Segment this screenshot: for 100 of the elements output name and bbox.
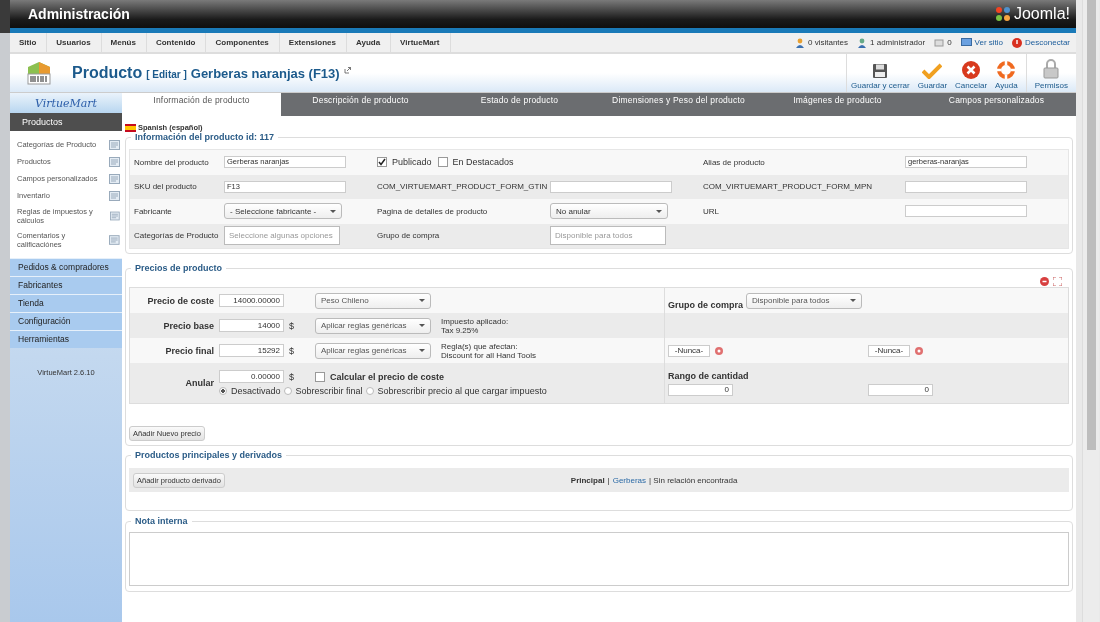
quantity-input[interactable]: 0 [668, 383, 733, 396]
price-input[interactable]: 0.00000 [219, 370, 284, 383]
toolbar-button[interactable]: Permisos [1025, 54, 1076, 92]
document-icon [109, 235, 120, 245]
input-field[interactable] [905, 205, 1027, 218]
cancel-icon [962, 61, 981, 79]
dropdown[interactable]: Peso Chileno [315, 292, 431, 309]
dropdown[interactable]: No anular [550, 203, 668, 220]
status-link[interactable]: Ver sitio [960, 38, 1004, 47]
menu-item[interactable]: Sitio [10, 33, 48, 52]
tab[interactable]: Imágenes de producto [758, 93, 917, 116]
price-label: Precio final [164, 345, 215, 356]
field-label: Rango de cantidad [668, 370, 750, 381]
sidebar-section[interactable]: Configuración [10, 312, 122, 330]
date-field[interactable]: -Nunca- [668, 344, 710, 357]
field-label: Alias de producto [703, 157, 766, 167]
radio-label: Sobrescribir precio al que cargar impuesto [377, 386, 547, 396]
currency-symbol: $ [288, 345, 295, 356]
field-label: COM_VIRTUEMART_PRODUCT_FORM_GTIN [377, 182, 549, 192]
checkbox-label: En Destacados [452, 157, 514, 168]
menu-item[interactable]: Menús [101, 33, 147, 52]
currency-symbol: $ [288, 320, 295, 331]
scrollbar-thumb[interactable] [1086, 0, 1096, 450]
radio-label: Desactivado [231, 386, 281, 396]
date-field[interactable]: -Nunca- [868, 344, 910, 357]
input-field[interactable] [905, 180, 1027, 193]
dropdown[interactable]: Aplicar reglas genéricas [315, 342, 431, 359]
field-label: Categorías de Producto [134, 231, 220, 241]
radio-label: Sobrescribir final [295, 386, 363, 396]
menu-item[interactable]: Componentes [206, 33, 280, 52]
product-name: Gerberas naranjas (F13) [190, 65, 340, 81]
status-item[interactable]: 0 [934, 37, 952, 48]
clear-icon[interactable] [915, 346, 923, 355]
tax-note: Impuesto aplicado: Tax 9.25% [441, 316, 509, 335]
parent-link[interactable]: Gerberas [612, 475, 647, 485]
section-title: Información del producto id: 117 [134, 132, 276, 142]
sidebar-section[interactable]: Productos [10, 113, 122, 131]
padlock-icon [1043, 59, 1060, 79]
document-icon [109, 173, 120, 184]
checkbox[interactable] [377, 157, 387, 168]
checkbox[interactable] [437, 157, 448, 168]
checkmark-icon [922, 63, 943, 79]
section-title: Precios de producto [134, 263, 224, 273]
expand-icon[interactable] [1053, 277, 1062, 286]
sidebar-section[interactable]: Tienda [10, 294, 122, 312]
field-label: URL [703, 206, 720, 216]
brand-logo: VirtueMart [34, 96, 97, 110]
price-input[interactable]: 15292 [219, 344, 284, 357]
menu-item[interactable]: Ayuda [346, 33, 392, 52]
toolbar-button[interactable]: Guardar y cerrar [847, 54, 914, 92]
tab[interactable]: Dimensiones y Peso del producto [599, 93, 758, 116]
price-input[interactable]: 14000 [219, 319, 284, 332]
toolbar-button[interactable]: Guardar [913, 54, 952, 92]
checkbox-label: Publicado [392, 157, 432, 168]
page-action: [ Editar ] [146, 69, 187, 80]
document-icon [109, 156, 120, 167]
toolbar-button[interactable]: Ayuda [991, 54, 1022, 92]
status-link[interactable]: Desconectar [1012, 37, 1070, 48]
status-item[interactable]: 1 administrador [857, 37, 926, 48]
clear-icon[interactable] [715, 346, 723, 355]
document-icon [110, 211, 120, 221]
remove-icon[interactable] [1040, 277, 1049, 286]
dropdown[interactable]: Disponible para todos [746, 292, 862, 309]
checkbox[interactable] [315, 371, 325, 382]
menu-item[interactable]: Extensiones [279, 33, 347, 52]
admin-title: Administración [28, 6, 130, 22]
radio-button[interactable] [365, 387, 374, 395]
lifebuoy-icon [997, 61, 1016, 79]
price-label: Anular [184, 378, 215, 388]
message-icon [934, 37, 945, 48]
dropdown[interactable]: - Seleccione fabricante - [224, 203, 342, 220]
toolbar-button[interactable]: Cancelar [951, 54, 992, 92]
dropdown[interactable]: Aplicar reglas genéricas [315, 317, 431, 334]
user-icon [795, 37, 805, 48]
sidebar-section[interactable]: Herramientas [10, 330, 122, 348]
separator-text: | [607, 475, 610, 485]
input-field[interactable] [550, 180, 672, 193]
sidebar-section[interactable]: Pedidos & compradores [10, 258, 122, 276]
radio-button[interactable] [219, 387, 227, 395]
external-link-icon[interactable] [343, 67, 351, 74]
monitor-icon [960, 38, 972, 47]
document-icon [109, 139, 120, 150]
user-icon [857, 37, 867, 48]
status-item[interactable]: 0 visitantes [795, 37, 848, 48]
note-textarea[interactable] [129, 532, 1069, 586]
menu-item[interactable]: VirtueMart [391, 33, 451, 52]
document-icon [109, 190, 120, 201]
menu-item[interactable]: Usuarios [47, 33, 102, 52]
sidebar-section[interactable]: Fabricantes [10, 276, 122, 294]
tab[interactable]: Descripción de producto [281, 93, 440, 116]
menu-item[interactable]: Contenido [146, 33, 207, 52]
tax-note: Regla(s) que afectan: Discount for all Hand Tools [441, 341, 536, 360]
tab[interactable]: Estado de producto [440, 93, 599, 116]
price-input[interactable]: 14000.00000 [219, 294, 284, 307]
field-label: Nombre del producto [134, 157, 210, 167]
radio-button[interactable] [283, 387, 292, 395]
section-title: Nota interna [134, 516, 189, 526]
quantity-input[interactable]: 0 [868, 383, 933, 396]
tab[interactable]: Información de producto [122, 93, 281, 116]
tab[interactable]: Campos personalizados [917, 93, 1076, 116]
